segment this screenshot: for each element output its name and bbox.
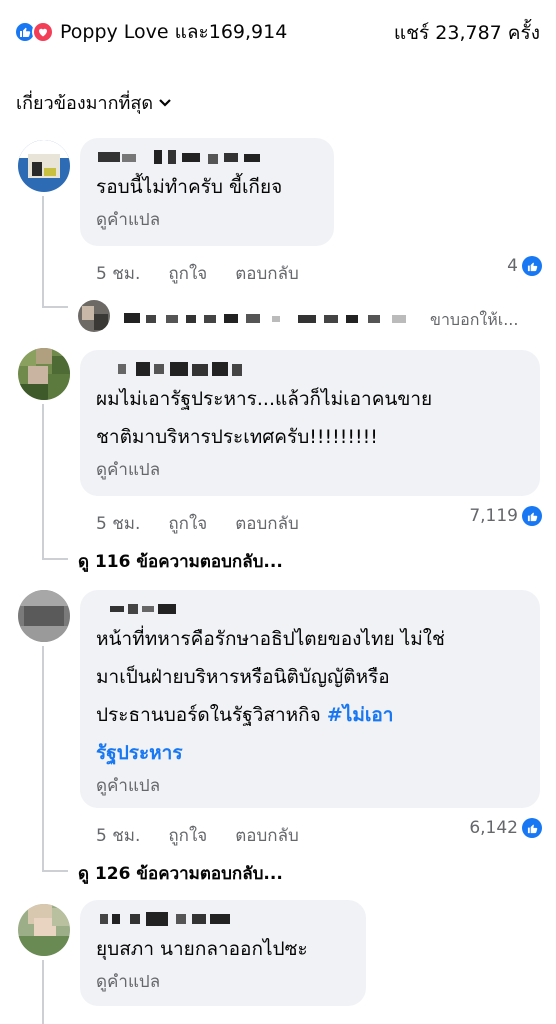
comment-bubble: หน้าที่ทหารคือรักษาอธิปไตยของไทย ไม่ใช่ … — [80, 590, 540, 808]
blurred-name[interactable] — [96, 148, 276, 166]
blurred-name[interactable] — [96, 910, 236, 928]
commenter-avatar[interactable] — [18, 904, 70, 956]
comment-text-part: ประธานบอร์ดในรัฐวิสาหกิจ — [96, 704, 321, 726]
see-translation-link[interactable]: ดูคำแปล — [96, 968, 350, 995]
reaction-summary[interactable]: Poppy Love และ169,914 — [14, 18, 287, 46]
thread-line — [42, 960, 44, 1024]
comment-bubble: ยุบสภา นายกลาออกไปซะ ดูคำแปล — [80, 900, 366, 1006]
reply-button[interactable]: ตอบกลับ — [235, 260, 299, 287]
thread-line — [42, 306, 68, 308]
see-translation-link[interactable]: ดูคำแปล — [96, 456, 524, 483]
reply-preview-text[interactable]: ขาบอกให้เ... — [430, 308, 518, 333]
reaction-count[interactable]: 6,142 — [469, 818, 542, 838]
thread-line — [42, 558, 68, 560]
comment-time[interactable]: 5 ชม. — [96, 510, 140, 537]
see-translation-link[interactable]: ดูคำแปล — [96, 206, 318, 233]
view-replies-link[interactable]: ดู 116 ข้อความตอบกลับ... — [78, 548, 283, 575]
view-replies-link[interactable]: ดู 126 ข้อความตอบกลับ... — [78, 860, 283, 887]
reaction-count-value: 7,119 — [469, 506, 518, 526]
chevron-down-icon — [159, 96, 171, 110]
comment-actions: 5 ชม. ถูกใจ ตอบกลับ — [96, 510, 299, 537]
reply-avatar[interactable] — [78, 300, 110, 332]
like-icon — [522, 256, 542, 276]
comment-text-line: หน้าที่ทหารคือรักษาอธิปไตยของไทย ไม่ใช่ — [96, 628, 445, 650]
hashtag-link[interactable]: #ไม่เอา — [327, 704, 394, 726]
comment-time[interactable]: 5 ชม. — [96, 260, 140, 287]
commenter-avatar[interactable] — [18, 590, 70, 642]
like-button[interactable]: ถูกใจ — [168, 510, 207, 537]
comment-time[interactable]: 5 ชม. — [96, 822, 140, 849]
reply-button[interactable]: ตอบกลับ — [235, 822, 299, 849]
comment-text-line: มาเป็นฝ่ายบริหารหรือนิติบัญญัติหรือ — [96, 666, 390, 688]
thread-line — [42, 646, 44, 872]
comment-text: ยุบสภา นายกลาออกไปซะ — [96, 938, 308, 960]
comment-text-line: ประธานบอร์ดในรัฐวิสาหกิจ #ไม่เอา — [96, 696, 524, 734]
like-button[interactable]: ถูกใจ — [168, 260, 207, 287]
comment-text-line: ชาติมาบริหารประเทศครับ!!!!!!!!! — [96, 426, 378, 448]
blurred-name[interactable] — [96, 360, 246, 378]
like-icon — [522, 818, 542, 838]
commenter-avatar[interactable] — [18, 140, 70, 192]
reaction-count[interactable]: 4 — [507, 256, 542, 276]
hashtag-link[interactable]: รัฐประหาร — [96, 734, 524, 772]
commenter-avatar[interactable] — [18, 348, 70, 400]
like-button[interactable]: ถูกใจ — [168, 822, 207, 849]
like-icon — [522, 506, 542, 526]
reaction-count-text: Poppy Love และ169,914 — [60, 21, 288, 43]
comment-bubble: รอบนี้ไม่ทำครับ ขี้เกียจ ดูคำแปล — [80, 138, 334, 246]
sort-label: เกี่ยวข้องมากที่สุด — [16, 93, 154, 114]
reply-button[interactable]: ตอบกลับ — [235, 510, 299, 537]
comment-sort-dropdown[interactable]: เกี่ยวข้องมากที่สุด — [16, 88, 171, 117]
thread-line — [42, 196, 44, 308]
thread-line — [42, 404, 44, 560]
love-reaction-icon — [32, 21, 54, 43]
shares-count[interactable]: แชร์ 23,787 ครั้ง — [394, 18, 540, 48]
comment-actions: 5 ชม. ถูกใจ ตอบกลับ — [96, 260, 299, 287]
blurred-name[interactable] — [96, 600, 186, 618]
reaction-count-value: 4 — [507, 256, 518, 276]
reaction-count-value: 6,142 — [469, 818, 518, 838]
blurred-reply-name[interactable] — [122, 310, 412, 326]
comment-bubble: ผมไม่เอารัฐประหาร...แล้วก็ไม่เอาคนขาย ชา… — [80, 350, 540, 496]
comment-actions: 5 ชม. ถูกใจ ตอบกลับ — [96, 822, 299, 849]
comment-text: รอบนี้ไม่ทำครับ ขี้เกียจ — [96, 176, 283, 198]
comment-text-line: ผมไม่เอารัฐประหาร...แล้วก็ไม่เอาคนขาย — [96, 388, 433, 410]
see-translation-link[interactable]: ดูคำแปล — [96, 772, 524, 799]
reaction-count[interactable]: 7,119 — [469, 506, 542, 526]
thread-line — [42, 870, 68, 872]
